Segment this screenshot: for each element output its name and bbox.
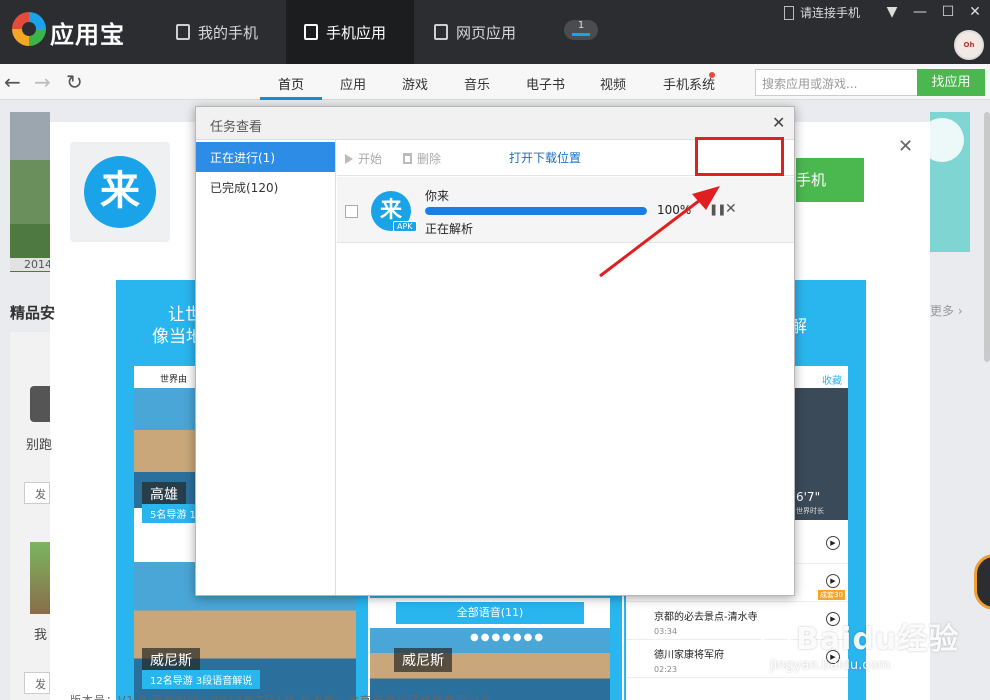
- menu-dropdown-icon[interactable]: ▼: [882, 2, 902, 22]
- close-window-button[interactable]: ✕: [965, 2, 985, 22]
- more-link[interactable]: 更多 ›: [930, 302, 963, 319]
- play-icon: ▶: [826, 536, 840, 550]
- download-progress-icon: [572, 33, 590, 36]
- delete-button[interactable]: 删除: [403, 150, 441, 167]
- back-arrow-icon[interactable]: ←: [4, 70, 21, 94]
- search-input[interactable]: 搜索应用或游戏...: [755, 69, 918, 96]
- side-app-icon[interactable]: [30, 542, 50, 614]
- banner-year: 2014: [10, 258, 52, 271]
- side-app-name: 别跑: [26, 438, 53, 453]
- page-scrollbar[interactable]: [984, 112, 990, 362]
- task-status: 正在解析: [425, 222, 474, 236]
- tab-completed[interactable]: 已完成(120): [196, 172, 335, 202]
- install-to-phone-button[interactable]: 手机: [796, 158, 864, 202]
- active-tab-indicator: [260, 97, 322, 100]
- side-app-button[interactable]: 发: [24, 482, 50, 504]
- forward-arrow-icon[interactable]: →: [34, 70, 51, 94]
- nav-phone-system[interactable]: 手机系统: [663, 74, 715, 93]
- app-icon: 来: [70, 142, 170, 242]
- task-filter-list: 正在进行(1) 已完成(120): [196, 140, 336, 595]
- baidu-paw-logo: [758, 612, 794, 648]
- open-download-location-link[interactable]: 打开下载位置: [509, 149, 581, 166]
- nav-home[interactable]: 首页: [278, 74, 304, 93]
- tab-label: 我的手机: [198, 23, 259, 42]
- watermark-text: Baidu经验: [796, 622, 960, 657]
- notification-dot: [709, 72, 715, 78]
- tab-in-progress[interactable]: 正在进行(1): [196, 142, 335, 172]
- app-info-line: 版本号：V1.0 更新时间：2014年7月1日 开发商：北京云游互联科技有限公司: [70, 692, 492, 700]
- banner-image-left[interactable]: [10, 112, 50, 272]
- side-app-icon[interactable]: [30, 386, 50, 422]
- play-icon: ▶: [826, 574, 840, 588]
- app-brand: 应用宝: [50, 21, 125, 49]
- highlight-box: [695, 137, 784, 176]
- tab-label: 网页应用: [456, 23, 517, 42]
- start-button[interactable]: 开始: [345, 150, 382, 167]
- connect-phone-link[interactable]: 请连接手机: [784, 4, 860, 21]
- minimize-button[interactable]: —: [910, 2, 930, 22]
- web-page-icon: [434, 24, 448, 40]
- close-detail-icon[interactable]: ✕: [898, 136, 913, 157]
- trash-icon: [403, 153, 412, 164]
- watermark-url: jingyan.baidu.com: [770, 658, 890, 673]
- side-app-button[interactable]: 发: [24, 672, 50, 694]
- side-app-name: 我: [34, 628, 48, 643]
- search-button[interactable]: 找应用: [917, 69, 985, 96]
- tab-my-phone[interactable]: 我的手机: [158, 0, 276, 64]
- app-logo-icon: [12, 12, 46, 46]
- tab-label: 手机应用: [326, 23, 387, 42]
- apk-tag: APK: [393, 221, 417, 232]
- download-count-badge[interactable]: 1: [564, 20, 598, 40]
- play-icon: [345, 153, 353, 164]
- dialog-header: 任务查看 ✕: [196, 107, 794, 140]
- section-title: 精品安: [10, 304, 56, 322]
- dialog-title: 任务查看: [210, 120, 263, 135]
- nav-videos[interactable]: 视频: [600, 74, 626, 93]
- dialog-close-button[interactable]: ✕: [772, 113, 785, 132]
- nav-music[interactable]: 音乐: [464, 74, 490, 93]
- floating-ball-icon[interactable]: [974, 554, 990, 610]
- title-bar: 应用宝 我的手机 手机应用 网页应用 1 请连接手机 ▼ — ☐ ✕ Oh Sh…: [0, 0, 990, 75]
- task-checkbox[interactable]: [345, 205, 358, 218]
- maximize-button[interactable]: ☐: [938, 2, 958, 22]
- annotation-arrow-icon: [599, 186, 720, 278]
- bag-icon: [304, 24, 318, 40]
- nav-games[interactable]: 游戏: [402, 74, 428, 93]
- refresh-icon[interactable]: ↻: [66, 70, 83, 94]
- tab-web-apps[interactable]: 网页应用: [416, 0, 534, 64]
- task-app-name: 你来: [425, 189, 450, 203]
- user-avatar[interactable]: Oh Shit!?: [954, 30, 984, 75]
- phone-icon: [176, 24, 190, 40]
- phone-outline-icon: [784, 5, 794, 20]
- nav-ebooks[interactable]: 电子书: [526, 74, 565, 93]
- tab-phone-apps[interactable]: 手机应用: [286, 0, 414, 64]
- nav-apps[interactable]: 应用: [340, 74, 366, 93]
